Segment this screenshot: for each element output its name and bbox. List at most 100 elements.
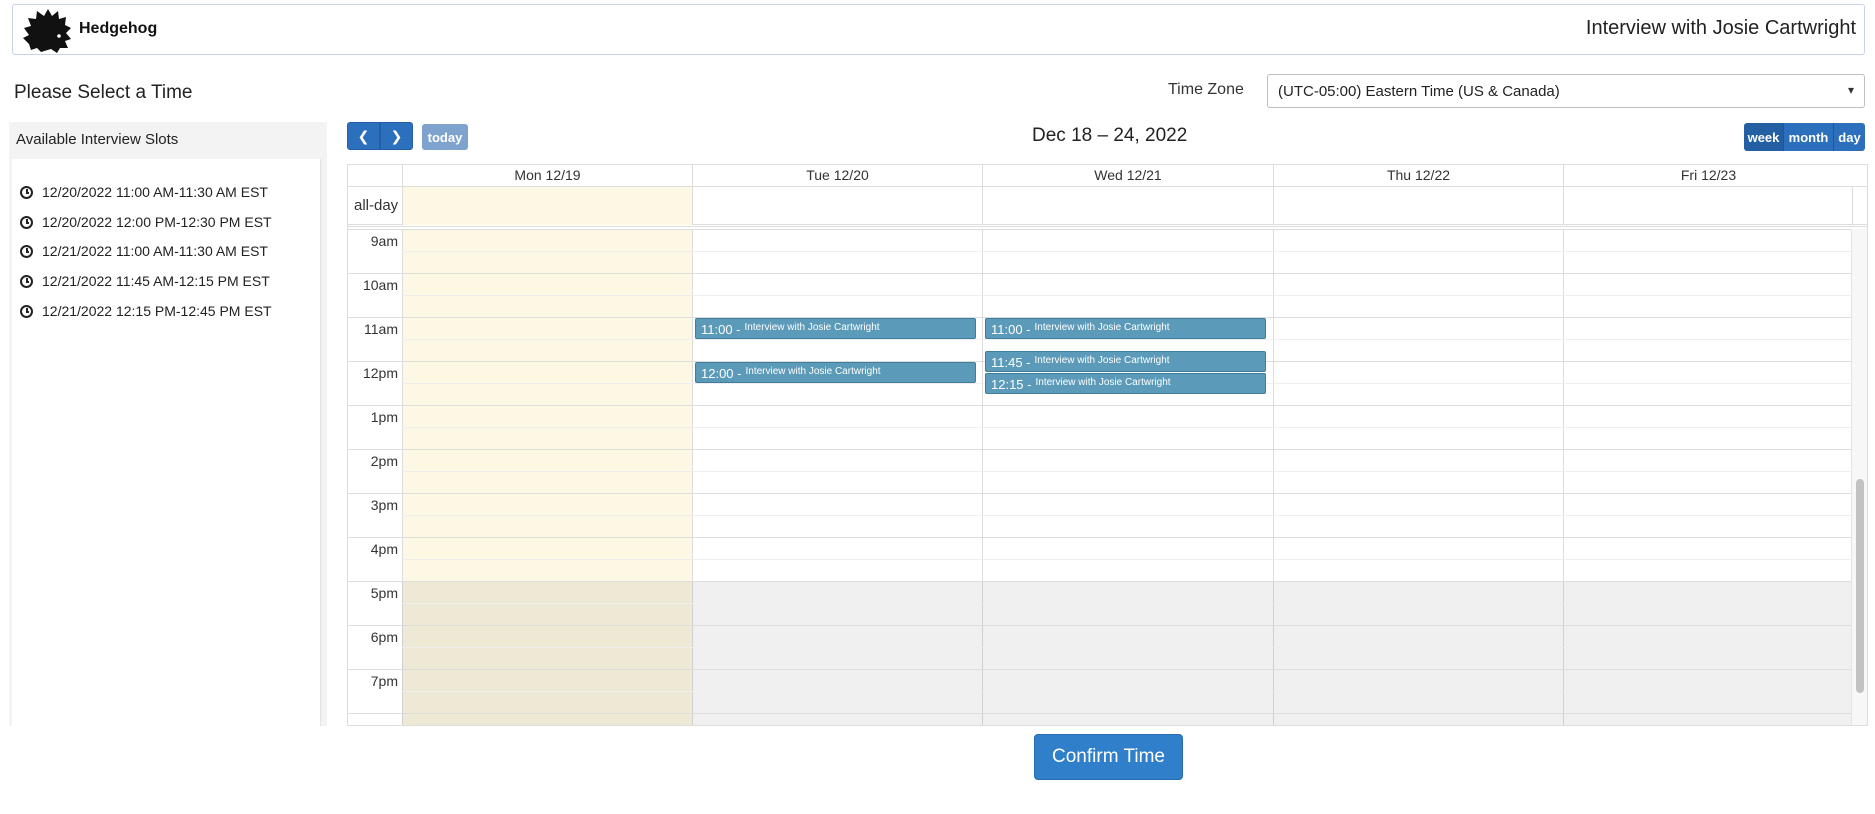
page-title: Please Select a Time — [14, 82, 193, 103]
event-time: 11:00 - — [991, 322, 1031, 337]
slot-label: 12/21/2022 11:45 AM-12:15 PM EST — [42, 273, 270, 289]
time-label: 10am — [362, 277, 398, 293]
calendar-event[interactable]: 11:45 - Interview with Josie Cartwright — [985, 351, 1266, 372]
time-label: 6pm — [370, 629, 398, 645]
time-label: 2pm — [370, 453, 398, 469]
time-label: 3pm — [370, 497, 398, 513]
hour-line — [348, 493, 1853, 494]
slot-item[interactable]: 12/21/2022 11:45 AM-12:15 PM EST — [20, 273, 270, 289]
chevron-right-icon: ❯ — [390, 127, 403, 144]
all-day-cell[interactable] — [982, 187, 1273, 225]
hedgehog-logo-icon — [23, 9, 71, 53]
half-hour-line — [402, 559, 1853, 560]
interview-title: Interview with Josie Cartwright — [1585, 17, 1856, 39]
calendar-event[interactable]: 11:00 - Interview with Josie Cartwright — [695, 318, 976, 339]
all-day-cell[interactable] — [692, 187, 982, 225]
time-label: 4pm — [370, 541, 398, 557]
hour-line — [348, 581, 1853, 582]
day-header: Thu 12/22 — [1273, 165, 1563, 186]
confirm-time-button[interactable]: Confirm Time — [1034, 734, 1183, 780]
slot-item[interactable]: 12/20/2022 12:00 PM-12:30 PM EST — [20, 214, 272, 230]
slot-label: 12/20/2022 12:00 PM-12:30 PM EST — [42, 214, 272, 230]
all-day-cell[interactable] — [1563, 187, 1853, 225]
calendar-event[interactable]: 11:00 - Interview with Josie Cartwright — [985, 318, 1266, 339]
time-label: 7pm — [370, 673, 398, 689]
half-hour-line — [402, 647, 1853, 648]
half-hour-line — [402, 603, 1853, 604]
half-hour-line — [402, 339, 1853, 340]
half-hour-line — [402, 471, 1853, 472]
event-title: Interview with Josie Cartwright — [1034, 322, 1170, 333]
slot-item[interactable]: 12/20/2022 11:00 AM-11:30 AM EST — [20, 184, 268, 200]
time-label: 12pm — [362, 365, 398, 381]
time-grid[interactable]: 9am 10am 11am 12pm 1pm 2pm 3pm 4pm 5pm 6… — [348, 229, 1853, 725]
slot-label: 12/21/2022 11:00 AM-11:30 AM EST — [42, 243, 268, 259]
next-week-button[interactable]: ❯ — [380, 122, 413, 150]
all-day-label: all-day — [354, 197, 399, 214]
brand-name: Hedgehog — [79, 20, 158, 37]
timezone-select[interactable]: (UTC-05:00) Eastern Time (US & Canada) ▾ — [1267, 74, 1865, 108]
slots-header: Available Interview Slots — [16, 131, 179, 148]
hour-line — [348, 229, 1853, 230]
day-header: Mon 12/19 — [402, 165, 692, 186]
hour-line — [348, 537, 1853, 538]
time-label: 1pm — [370, 409, 398, 425]
day-header: Fri 12/23 — [1563, 165, 1853, 186]
calendar-event[interactable]: 12:15 - Interview with Josie Cartwright — [985, 373, 1266, 394]
timezone-value: (UTC-05:00) Eastern Time (US & Canada) — [1278, 82, 1560, 100]
week-view-button[interactable]: week — [1744, 123, 1784, 151]
half-hour-line — [402, 515, 1853, 516]
day-view-button[interactable]: day — [1834, 123, 1865, 151]
hour-line — [348, 625, 1853, 626]
slot-label: 12/20/2022 11:00 AM-11:30 AM EST — [42, 184, 268, 200]
event-title: Interview with Josie Cartwright — [1034, 355, 1170, 366]
app-header: Hedgehog Interview with Josie Cartwright — [12, 4, 1865, 55]
event-time: 12:15 - — [991, 377, 1032, 392]
all-day-row: all-day — [348, 186, 1867, 227]
today-button[interactable]: today — [422, 124, 468, 150]
all-day-cell[interactable] — [1273, 187, 1563, 225]
hour-line — [348, 713, 1853, 714]
all-day-cell[interactable] — [402, 187, 692, 225]
scrollbar-thumb[interactable] — [1856, 479, 1864, 693]
slot-item[interactable]: 12/21/2022 11:00 AM-11:30 AM EST — [20, 243, 268, 259]
hour-line — [348, 669, 1853, 670]
half-hour-line — [402, 251, 1853, 252]
week-calendar: Mon 12/19 Tue 12/20 Wed 12/21 Thu 12/22 … — [347, 164, 1868, 726]
time-label: 11am — [364, 321, 398, 337]
half-hour-line — [402, 427, 1853, 428]
date-range-title: Dec 18 – 24, 2022 — [1032, 125, 1188, 146]
event-time: 12:00 - — [701, 366, 742, 381]
clock-icon — [20, 304, 33, 318]
calendar-scrollbar[interactable] — [1851, 229, 1867, 725]
half-hour-line — [402, 295, 1853, 296]
clock-icon — [20, 244, 33, 258]
available-slots-panel: Available Interview Slots 12/20/2022 11:… — [9, 122, 327, 726]
timezone-label: Time Zone — [1168, 81, 1244, 98]
half-hour-line — [402, 691, 1853, 692]
event-title: Interview with Josie Cartwright — [745, 366, 881, 377]
chevron-left-icon: ❮ — [357, 127, 370, 144]
day-header: Tue 12/20 — [692, 165, 982, 186]
clock-icon — [20, 215, 33, 229]
clock-icon — [20, 274, 33, 288]
event-time: 11:00 - — [701, 322, 741, 337]
hour-line — [348, 405, 1853, 406]
clock-icon — [20, 185, 33, 199]
view-switcher: week month day — [1744, 123, 1865, 151]
slot-item[interactable]: 12/21/2022 12:15 PM-12:45 PM EST — [20, 303, 272, 319]
chevron-down-icon: ▾ — [1847, 83, 1854, 97]
event-time: 11:45 - — [991, 355, 1031, 370]
month-view-button[interactable]: month — [1784, 123, 1834, 151]
time-label: 9am — [370, 233, 398, 249]
time-label: 5pm — [370, 585, 398, 601]
day-header: Wed 12/21 — [982, 165, 1273, 186]
event-title: Interview with Josie Cartwright — [744, 322, 880, 333]
slot-label: 12/21/2022 12:15 PM-12:45 PM EST — [42, 303, 272, 319]
hour-line — [348, 273, 1853, 274]
slots-list: 12/20/2022 11:00 AM-11:30 AM EST 12/20/2… — [12, 159, 321, 726]
prev-week-button[interactable]: ❮ — [347, 122, 380, 150]
calendar-event[interactable]: 12:00 - Interview with Josie Cartwright — [695, 362, 976, 383]
hour-line — [348, 449, 1853, 450]
event-title: Interview with Josie Cartwright — [1035, 377, 1171, 388]
